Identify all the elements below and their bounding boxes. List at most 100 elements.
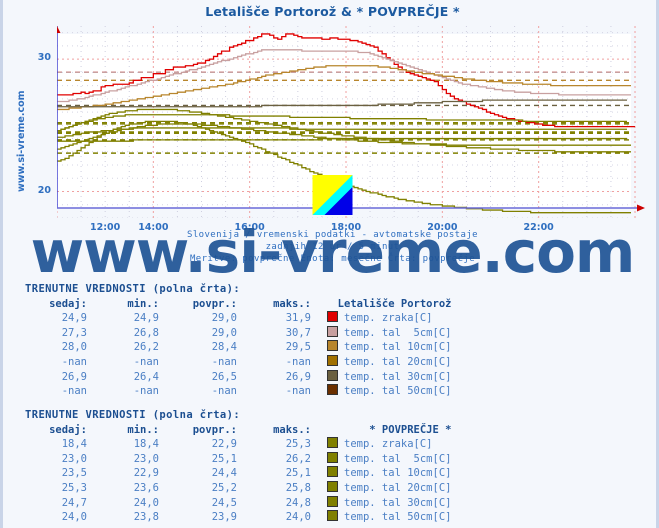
- cell-min: 22,9: [133, 467, 159, 480]
- cell-min: 24,9: [133, 312, 159, 325]
- legend-swatch-icon: [327, 451, 338, 463]
- cell-sedaj: 23,0: [61, 452, 87, 465]
- legend-swatch-icon: [327, 340, 338, 352]
- footnote-line: Meritve: povprečne Enota: mesečne Črta: …: [189, 254, 476, 264]
- cell-povpr: 29,0: [211, 326, 237, 339]
- table-row: 26,9 26,4 26,5 26,9 temp. tal 30cm[C]: [25, 369, 452, 385]
- cell-maks: 29,5: [285, 341, 311, 354]
- table-row: -nan -nan -nan -nan temp. tal 20cm[C]: [25, 354, 452, 370]
- table-row: 24,0 23,8 23,9 24,0 temp. tal 50cm[C]: [25, 510, 451, 525]
- cell-povpr: 25,2: [211, 481, 237, 494]
- footnote-line: Slovenija / vremenski podatki - avtomats…: [187, 230, 478, 240]
- cell-sedaj: 25,3: [61, 481, 87, 494]
- table-row: 23,0 23,0 25,1 26,2 temp. tal 5cm[C]: [25, 451, 452, 467]
- series-label-cell: temp. tal 20cm[C]: [311, 480, 452, 496]
- cell-sedaj: -nan: [61, 355, 87, 368]
- legend-swatch-icon: [327, 437, 338, 449]
- cell-maks: 24,8: [285, 496, 311, 509]
- series-label-cell: temp. tal 30cm[C]: [311, 369, 452, 385]
- series-label-cell: temp. tal 50cm[C]: [311, 510, 451, 525]
- series-label-cell: temp. tal 5cm[C]: [311, 325, 451, 341]
- values-table: sedaj: min.: povpr.: maks.: Letališče Portor…: [25, 297, 451, 399]
- y-axis-tick-label: 30: [37, 52, 51, 64]
- values-table: sedaj: min.: povpr.: maks.: * POVPREČJE * 18,…: [25, 423, 451, 525]
- legend-swatch-icon: [327, 495, 338, 507]
- series-label: temp. tal 50cm[C]: [344, 511, 452, 524]
- table-row: 23,5 22,9 24,4 25,1 temp. tal 10cm[C]: [25, 466, 451, 481]
- series-label: temp. tal 30cm[C]: [344, 496, 452, 509]
- column-header: min.:: [127, 297, 159, 310]
- column-header: maks.:: [273, 423, 311, 436]
- cell-maks: 25,1: [285, 467, 311, 480]
- series-label: temp. tal 5cm[C]: [344, 452, 452, 465]
- table-row: 25,3 23,6 25,2 25,8 temp. tal 20cm[C]: [25, 480, 452, 496]
- cell-sedaj: 26,9: [61, 370, 87, 383]
- cell-maks: 26,9: [285, 370, 311, 383]
- cell-povpr: 24,5: [211, 496, 237, 509]
- cell-min: 23,6: [133, 481, 159, 494]
- cell-povpr: 23,9: [211, 511, 237, 524]
- table-row: 28,0 26,2 28,4 29,5 temp. tal 10cm[C]: [25, 340, 451, 355]
- cell-min: 26,2: [133, 341, 159, 354]
- cell-sedaj: 24,9: [61, 312, 87, 325]
- series-label: temp. tal 20cm[C]: [344, 481, 452, 494]
- legend-swatch-icon: [327, 466, 338, 478]
- series-label-cell: temp. zraka[C]: [311, 437, 451, 452]
- cell-sedaj: 24,7: [61, 496, 87, 509]
- column-header: povpr.:: [192, 297, 237, 310]
- series-label: temp. tal 20cm[C]: [344, 355, 452, 368]
- table-row: 24,9 24,9 29,0 31,9 temp. zraka[C]: [25, 311, 451, 326]
- cell-min: -nan: [133, 385, 159, 398]
- cell-min: 24,0: [133, 496, 159, 509]
- cell-min: 23,8: [133, 511, 159, 524]
- series-label: temp. tal 10cm[C]: [344, 467, 452, 480]
- cell-maks: 31,9: [285, 312, 311, 325]
- series-label: temp. tal 50cm[C]: [344, 385, 452, 398]
- cell-sedaj: 27,3: [61, 326, 87, 339]
- series-label-cell: temp. tal 5cm[C]: [311, 451, 452, 467]
- column-header: povpr.:: [192, 423, 237, 436]
- cell-povpr: 28,4: [211, 341, 237, 354]
- y-axis-tick-label: 20: [37, 184, 51, 196]
- cell-povpr: 25,1: [211, 452, 237, 465]
- cell-povpr: 29,0: [211, 312, 237, 325]
- table-row: 18,4 18,4 22,9 25,3 temp. zraka[C]: [25, 437, 451, 452]
- cell-maks: -nan: [285, 355, 311, 368]
- legend-swatch-icon: [327, 325, 338, 337]
- column-header: min.:: [127, 423, 159, 436]
- series-title: * POVPREČJE *: [369, 423, 452, 436]
- cell-povpr: -nan: [211, 355, 237, 368]
- cell-povpr: 22,9: [211, 438, 237, 451]
- cell-maks: 24,0: [285, 511, 311, 524]
- table-header-row: sedaj: min.: povpr.: maks.: Letališče Portor…: [25, 297, 451, 312]
- cell-maks: -nan: [285, 385, 311, 398]
- series-label: temp. tal 10cm[C]: [344, 341, 452, 354]
- table-row: -nan -nan -nan -nan temp. tal 50cm[C]: [25, 384, 451, 399]
- values-block: TRENUTNE VREDNOSTI (polna črta): sedaj: mi…: [25, 282, 451, 399]
- series-label: temp. tal 30cm[C]: [344, 370, 452, 383]
- series-label-cell: temp. tal 10cm[C]: [311, 340, 451, 355]
- legend-swatch-icon: [327, 480, 338, 492]
- cell-min: 26,8: [133, 326, 159, 339]
- series-label-cell: temp. tal 50cm[C]: [311, 384, 451, 399]
- legend-swatch-icon: [327, 354, 338, 366]
- cell-sedaj: 28,0: [61, 341, 87, 354]
- series-label-cell: temp. tal 10cm[C]: [311, 466, 451, 481]
- cell-maks: 25,3: [285, 438, 311, 451]
- table-row: 24,7 24,0 24,5 24,8 temp. tal 30cm[C]: [25, 495, 452, 511]
- cell-povpr: 24,4: [211, 467, 237, 480]
- series-label-cell: temp. tal 20cm[C]: [311, 354, 452, 370]
- legend-swatch-icon: [327, 311, 338, 323]
- cell-povpr: 26,5: [211, 370, 237, 383]
- table-row: 27,3 26,8 29,0 30,7 temp. tal 5cm[C]: [25, 325, 451, 341]
- series-title: Letališče Portorož: [337, 297, 452, 310]
- series-label-cell: temp. zraka[C]: [311, 311, 451, 326]
- page-title: Letališče Portorož & * POVPREČJE *: [205, 4, 460, 19]
- column-header: sedaj:: [49, 423, 87, 436]
- vertical-watermark: www.si-vreme.com: [16, 90, 27, 192]
- values-block-caption: TRENUTNE VREDNOSTI (polna črta):: [25, 409, 241, 421]
- cell-sedaj: 18,4: [61, 438, 87, 451]
- column-header: maks.:: [273, 297, 311, 310]
- footnote-line: zadnjih 12 ur / 5 minut: [265, 242, 400, 252]
- legend-swatch-icon: [327, 369, 338, 381]
